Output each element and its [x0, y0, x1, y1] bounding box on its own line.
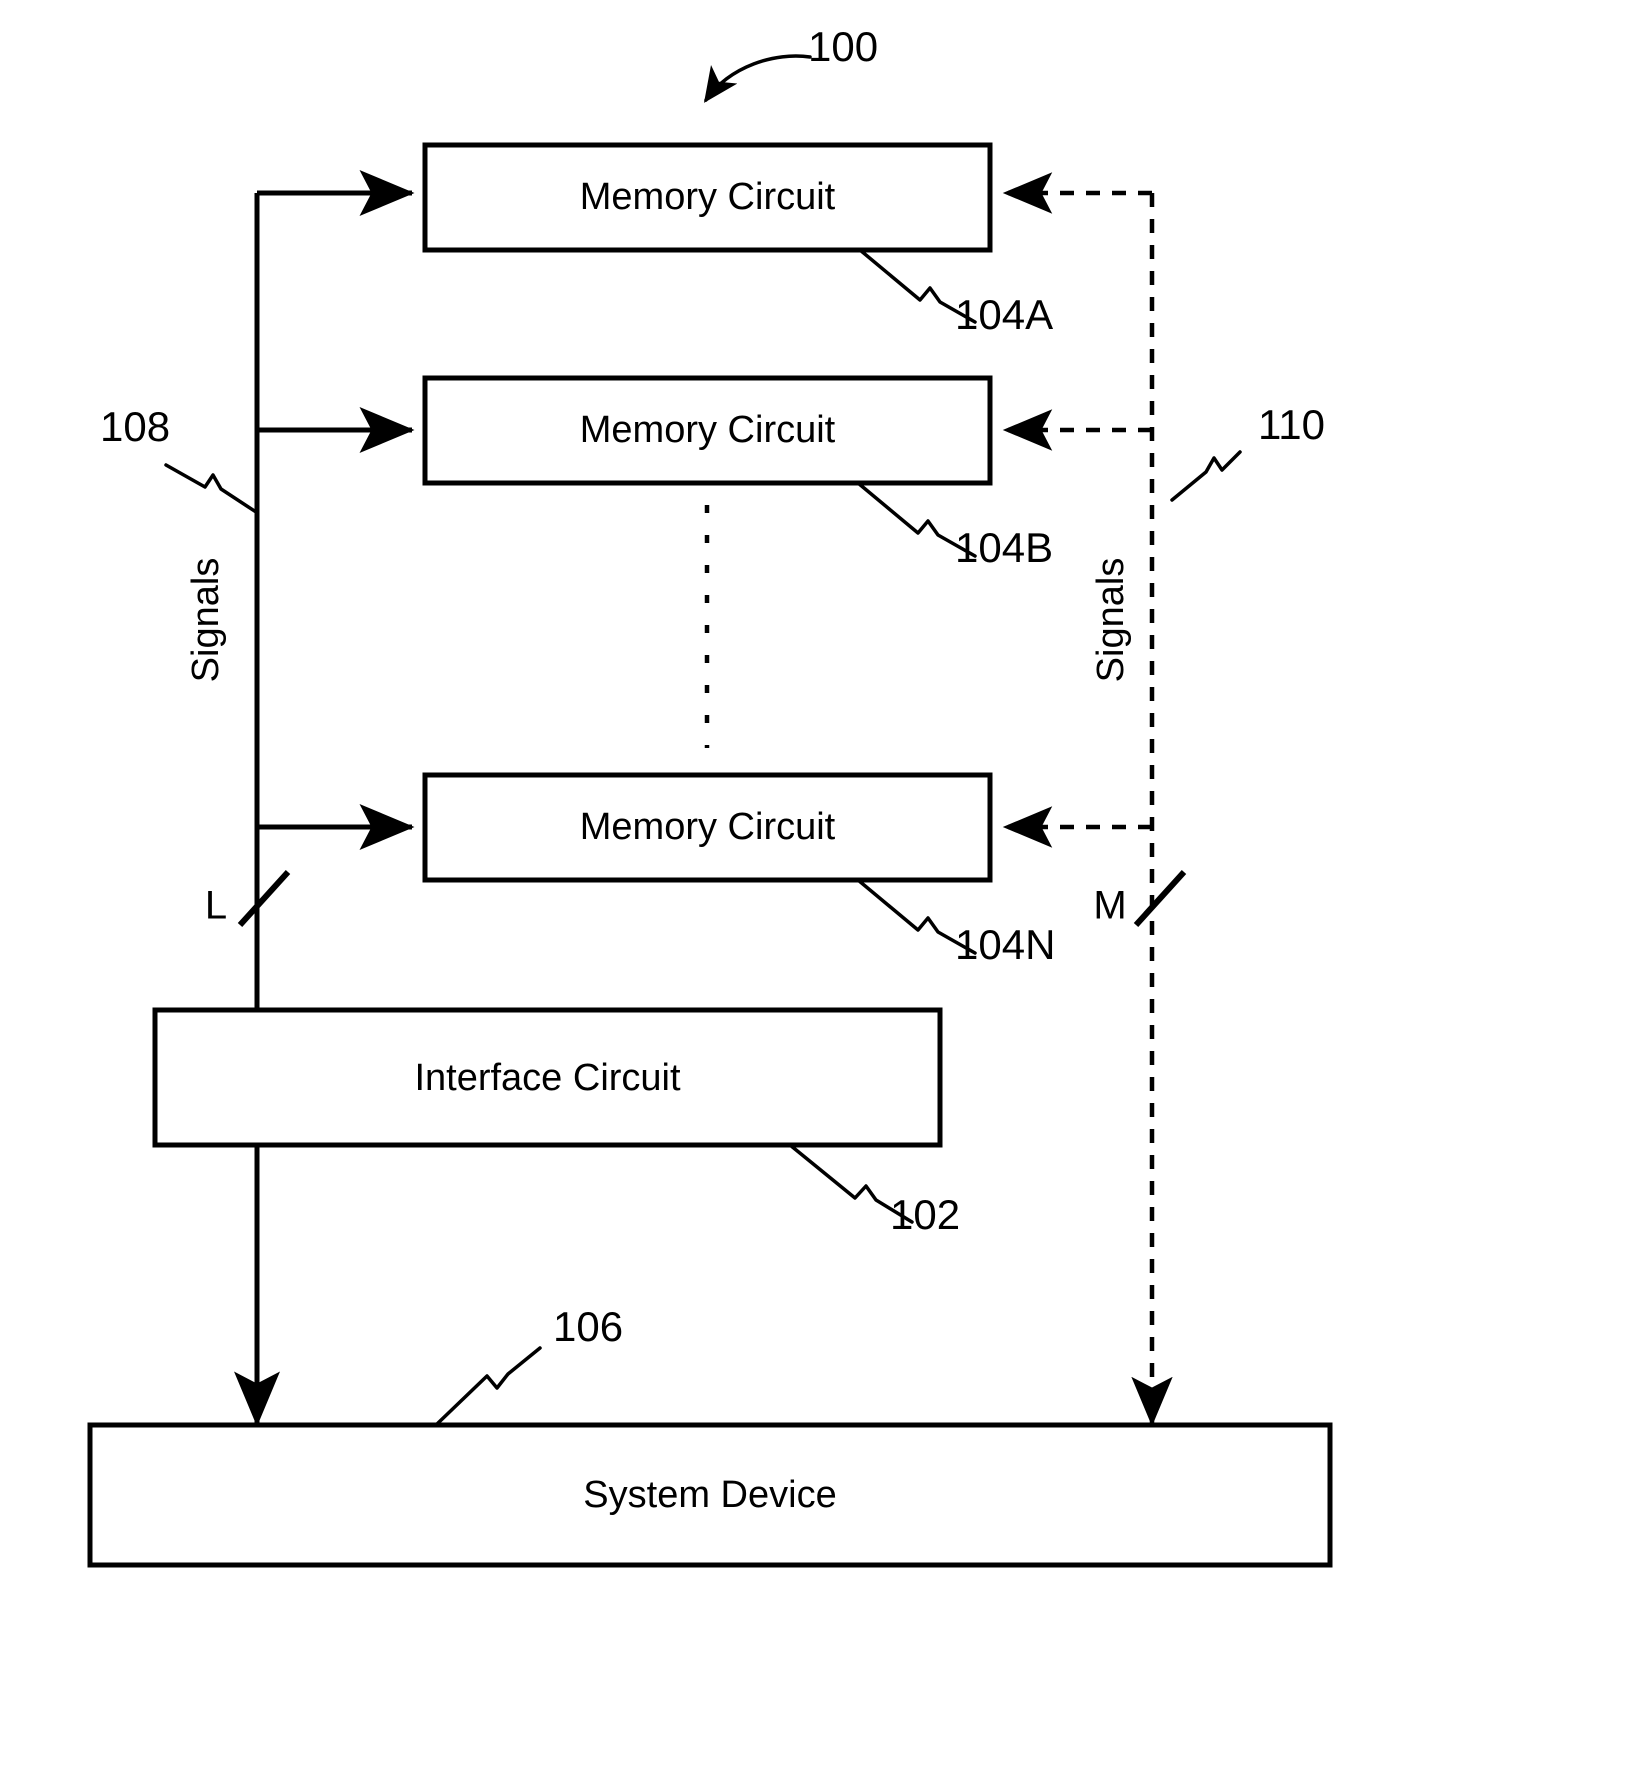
interface-circuit-ref: 102	[890, 1191, 960, 1238]
memory-circuit-b-group[interactable]: Memory Circuit 104B	[422, 375, 1053, 571]
memory-circuit-a-ref: 104A	[955, 291, 1053, 338]
right-bus-leader	[1170, 450, 1242, 502]
right-signal-bus: M Signals 110	[1002, 172, 1325, 1427]
memory-circuit-n-group[interactable]: Memory Circuit 104N	[422, 772, 1055, 968]
memory-circuit-b-label: Memory Circuit	[580, 409, 836, 451]
figure-number-arrow	[703, 54, 812, 103]
right-bus-width-letter: M	[1093, 884, 1126, 928]
memory-circuit-n-label: Memory Circuit	[580, 806, 836, 848]
patent-figure: 100 L Signals 108 M Signals 110 Memory C…	[0, 0, 1635, 1774]
system-device-ref: 106	[553, 1303, 623, 1350]
left-bus-leader	[164, 463, 258, 514]
system-device-group[interactable]: System Device 106	[87, 1303, 1333, 1568]
right-bus-width-slash	[1133, 869, 1187, 928]
right-bus-caption: Signals	[1090, 558, 1132, 683]
interface-circuit-group[interactable]: Interface Circuit 102	[152, 1007, 960, 1238]
memory-circuit-b-ref: 104B	[955, 524, 1053, 571]
memory-circuit-a-label: Memory Circuit	[580, 176, 836, 218]
left-signal-bus: L Signals 108	[100, 170, 415, 1427]
left-bus-width-slash	[237, 869, 291, 928]
figure-number-callout: 100	[703, 23, 878, 103]
memory-circuit-a-group[interactable]: Memory Circuit 104A	[422, 142, 1053, 338]
right-bus-ref-label: 110	[1258, 401, 1325, 448]
figure-canvas: 100 L Signals 108 M Signals 110 Memory C…	[87, 23, 1333, 1568]
left-bus-ref-label: 108	[100, 403, 170, 450]
memory-circuit-n-ref: 104N	[955, 921, 1055, 968]
figure-number-label: 100	[808, 23, 878, 70]
left-bus-caption: Signals	[185, 558, 227, 683]
left-bus-width-letter: L	[205, 884, 227, 928]
system-device-label: System Device	[583, 1474, 836, 1516]
system-device-leader	[435, 1346, 542, 1426]
interface-circuit-label: Interface Circuit	[414, 1057, 681, 1099]
